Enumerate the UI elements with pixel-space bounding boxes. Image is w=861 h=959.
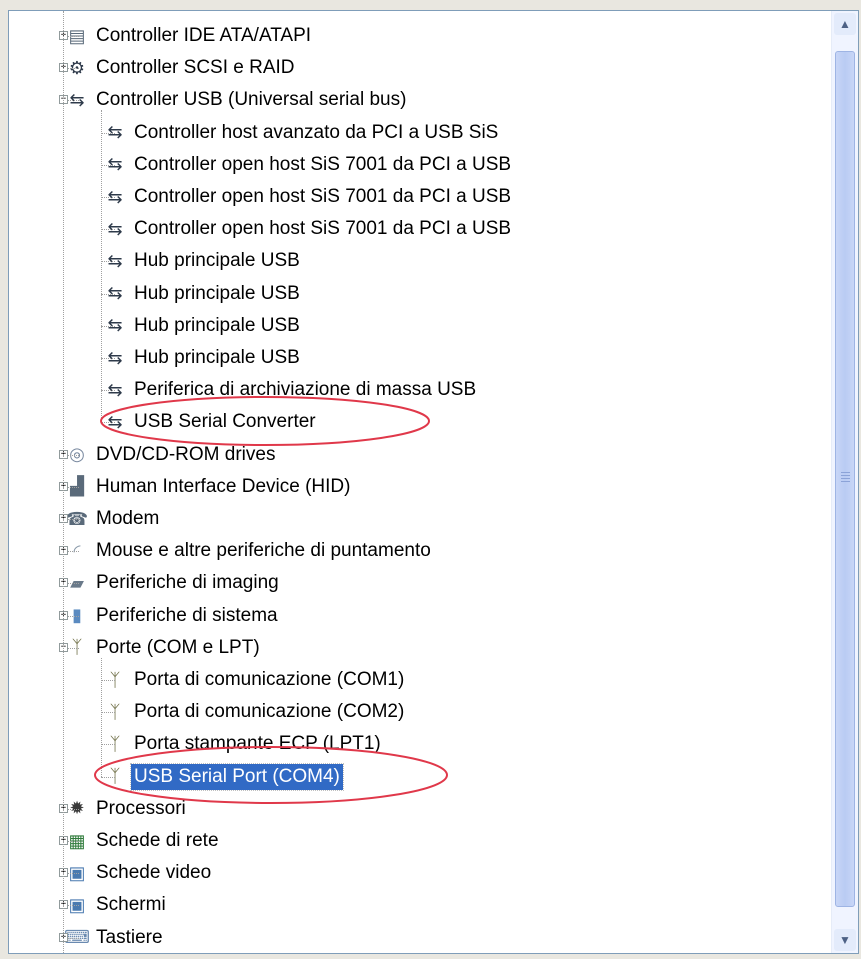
scroll-up-button[interactable]: ▲ — [834, 13, 856, 35]
tree-item[interactable]: ⇆ Controller open host SiS 7001 da PCI a … — [102, 213, 514, 245]
tree-item-label: Controller open host SiS 7001 da PCI a U… — [134, 186, 512, 207]
tree-connector — [68, 937, 79, 939]
tree-item-label: Controller open host SiS 7001 da PCI a U… — [134, 218, 512, 240]
tree-item[interactable]: ᛉ Porta stampante ECP (LPT1) — [102, 728, 384, 760]
tree-item[interactable]: ⇆ Controller host avanzato da PCI a USB S… — [102, 117, 501, 149]
tree-connector — [68, 873, 79, 875]
tree-connector — [68, 454, 79, 456]
tree-connector — [68, 68, 79, 70]
tree-item-label: Modem — [96, 508, 160, 529]
tree-connector — [68, 647, 79, 649]
tree-item[interactable]: ▤ Controller IDE ATA/ATAPI — [64, 20, 314, 52]
tree-item[interactable]: ⇆ Controller USB (Universal serial bus) — [64, 84, 409, 116]
tree-item-label: Controller IDE ATA/ATAPI — [96, 25, 312, 46]
tree-item-label: Controller USB (Universal serial bus) — [96, 89, 407, 111]
tree-item-label: Porta stampante ECP (LPT1) — [134, 733, 381, 755]
tree-item[interactable]: ⚙ Controller SCSI e RAID — [64, 52, 298, 84]
tree-item[interactable]: ⇆ Controller open host SiS 7001 da PCI a … — [102, 181, 514, 213]
tree-item[interactable]: ✹ Processori — [64, 793, 189, 825]
tree-connector — [68, 551, 79, 553]
tree-item[interactable]: ▦ Schede di rete — [64, 825, 222, 857]
tree-item[interactable]: ᛉ Porte (COM e LPT) — [64, 632, 263, 664]
tree-connector — [101, 197, 115, 198]
grip-icon — [841, 472, 850, 482]
tree-item[interactable]: ◎ DVD/CD-ROM drives — [64, 439, 278, 471]
scroll-down-button[interactable]: ▼ — [834, 929, 856, 951]
tree-connector — [101, 164, 115, 166]
tree-item[interactable]: ◜ Mouse e altre periferiche di puntamento — [64, 535, 434, 567]
tree-item[interactable]: ⇆ Controller open host SiS 7001 da PCI a … — [102, 149, 514, 181]
tree-item[interactable]: ᛉ Porta di comunicazione (COM1) — [102, 664, 407, 696]
tree-connector — [101, 657, 102, 777]
tree-item-label: Processori — [96, 797, 186, 819]
tree-item-label: Controller SCSI e RAID — [96, 57, 295, 79]
tree-item-label: USB Serial Port (COM4) — [130, 762, 344, 791]
vertical-scrollbar[interactable]: ▲ ▼ — [831, 11, 858, 953]
tree-item[interactable]: ▮ Periferiche di sistema — [64, 600, 281, 632]
tree-item[interactable]: ▟ Human Interface Device (HID) — [64, 471, 353, 503]
tree-item-label: USB Serial Converter — [134, 411, 316, 433]
device-manager-tree-view[interactable]: ▤ Controller IDE ATA/ATAPI + ⚙ Controller SC… — [8, 10, 859, 954]
tree-item-label: Periferica di archiviazione di massa USB — [134, 379, 477, 401]
tree-connector — [68, 841, 79, 842]
tree-connector — [68, 905, 79, 907]
tree-connector — [101, 422, 115, 424]
tree-item-label: Hub principale USB — [134, 314, 300, 336]
tree-item[interactable]: ⇆ Hub principale USB — [102, 342, 303, 374]
tree-connector — [101, 744, 115, 746]
tree-item-label: Porta di comunicazione (COM2) — [134, 701, 405, 723]
tree-item-label: Hub principale USB — [134, 347, 300, 368]
tree-item-label: Porta di comunicazione (COM1) — [134, 669, 405, 690]
tree-connector — [68, 36, 79, 37]
tree-item-label: Porte (COM e LPT) — [96, 636, 260, 658]
tree-connector — [101, 132, 115, 134]
tree-item-label: Schede di rete — [96, 830, 219, 851]
tree-item[interactable]: ▣ Schede video — [64, 857, 214, 889]
tree-item-label: Mouse e altre periferiche di puntamento — [96, 540, 431, 562]
tree-connector — [68, 808, 79, 810]
tree-connector — [68, 519, 79, 520]
tree-item[interactable]: ⇆ Hub principale USB — [102, 310, 303, 342]
tree-item[interactable]: ⇆ USB Serial Converter — [102, 406, 319, 438]
tree-item-label: Tastiere — [96, 926, 163, 948]
tree-connector — [68, 583, 79, 585]
tree-item-label: Periferiche di imaging — [96, 572, 279, 594]
tree-item-label: Human Interface Device (HID) — [96, 475, 351, 497]
device-tree: ▤ Controller IDE ATA/ATAPI + ⚙ Controller SC… — [9, 11, 829, 953]
tree-item[interactable]: ⇆ Periferica di archiviazione di massa US… — [102, 374, 479, 406]
tree-item[interactable]: ▰ Periferiche di imaging — [64, 567, 282, 599]
tree-connector — [68, 615, 79, 617]
tree-connector — [101, 110, 102, 423]
tree-connector — [63, 11, 64, 953]
tree-item[interactable]: ᛉ Porta di comunicazione (COM2) — [102, 696, 407, 728]
tree-connector — [101, 712, 115, 714]
tree-item-label: Controller host avanzato da PCI a USB Si… — [134, 121, 499, 143]
up-arrow-icon: ▲ — [839, 17, 851, 31]
tree-connector — [101, 776, 115, 778]
tree-item[interactable]: ⇆ Hub principale USB — [102, 245, 303, 277]
scroll-thumb[interactable] — [835, 51, 855, 907]
down-arrow-icon: ▼ — [839, 933, 851, 947]
tree-connector — [68, 100, 79, 102]
tree-item[interactable]: ▣ Schermi — [64, 889, 169, 921]
tree-item[interactable]: ⇆ Hub principale USB — [102, 278, 303, 310]
tree-item-label: Schermi — [96, 894, 166, 916]
tree-connector — [101, 325, 115, 327]
tree-connector — [68, 486, 79, 488]
tree-item-label: Schede video — [96, 862, 212, 884]
tree-connector — [101, 261, 115, 263]
tree-connector — [101, 293, 115, 295]
tree-item-label: Periferiche di sistema — [96, 604, 278, 626]
tree-connector — [101, 229, 115, 231]
tree-item-label: Controller open host SiS 7001 da PCI a U… — [134, 153, 512, 175]
tree-connector — [101, 680, 115, 681]
tree-item[interactable]: ⌨ Tastiere — [64, 922, 166, 953]
tree-item-label: DVD/CD-ROM drives — [96, 443, 276, 465]
tree-connector — [101, 358, 115, 359]
tree-item-label: Hub principale USB — [134, 250, 300, 272]
tree-connector — [101, 390, 115, 392]
tree-item-label: Hub principale USB — [134, 282, 300, 304]
tree-item[interactable]: ᛉ USB Serial Port (COM4) — [102, 761, 344, 793]
